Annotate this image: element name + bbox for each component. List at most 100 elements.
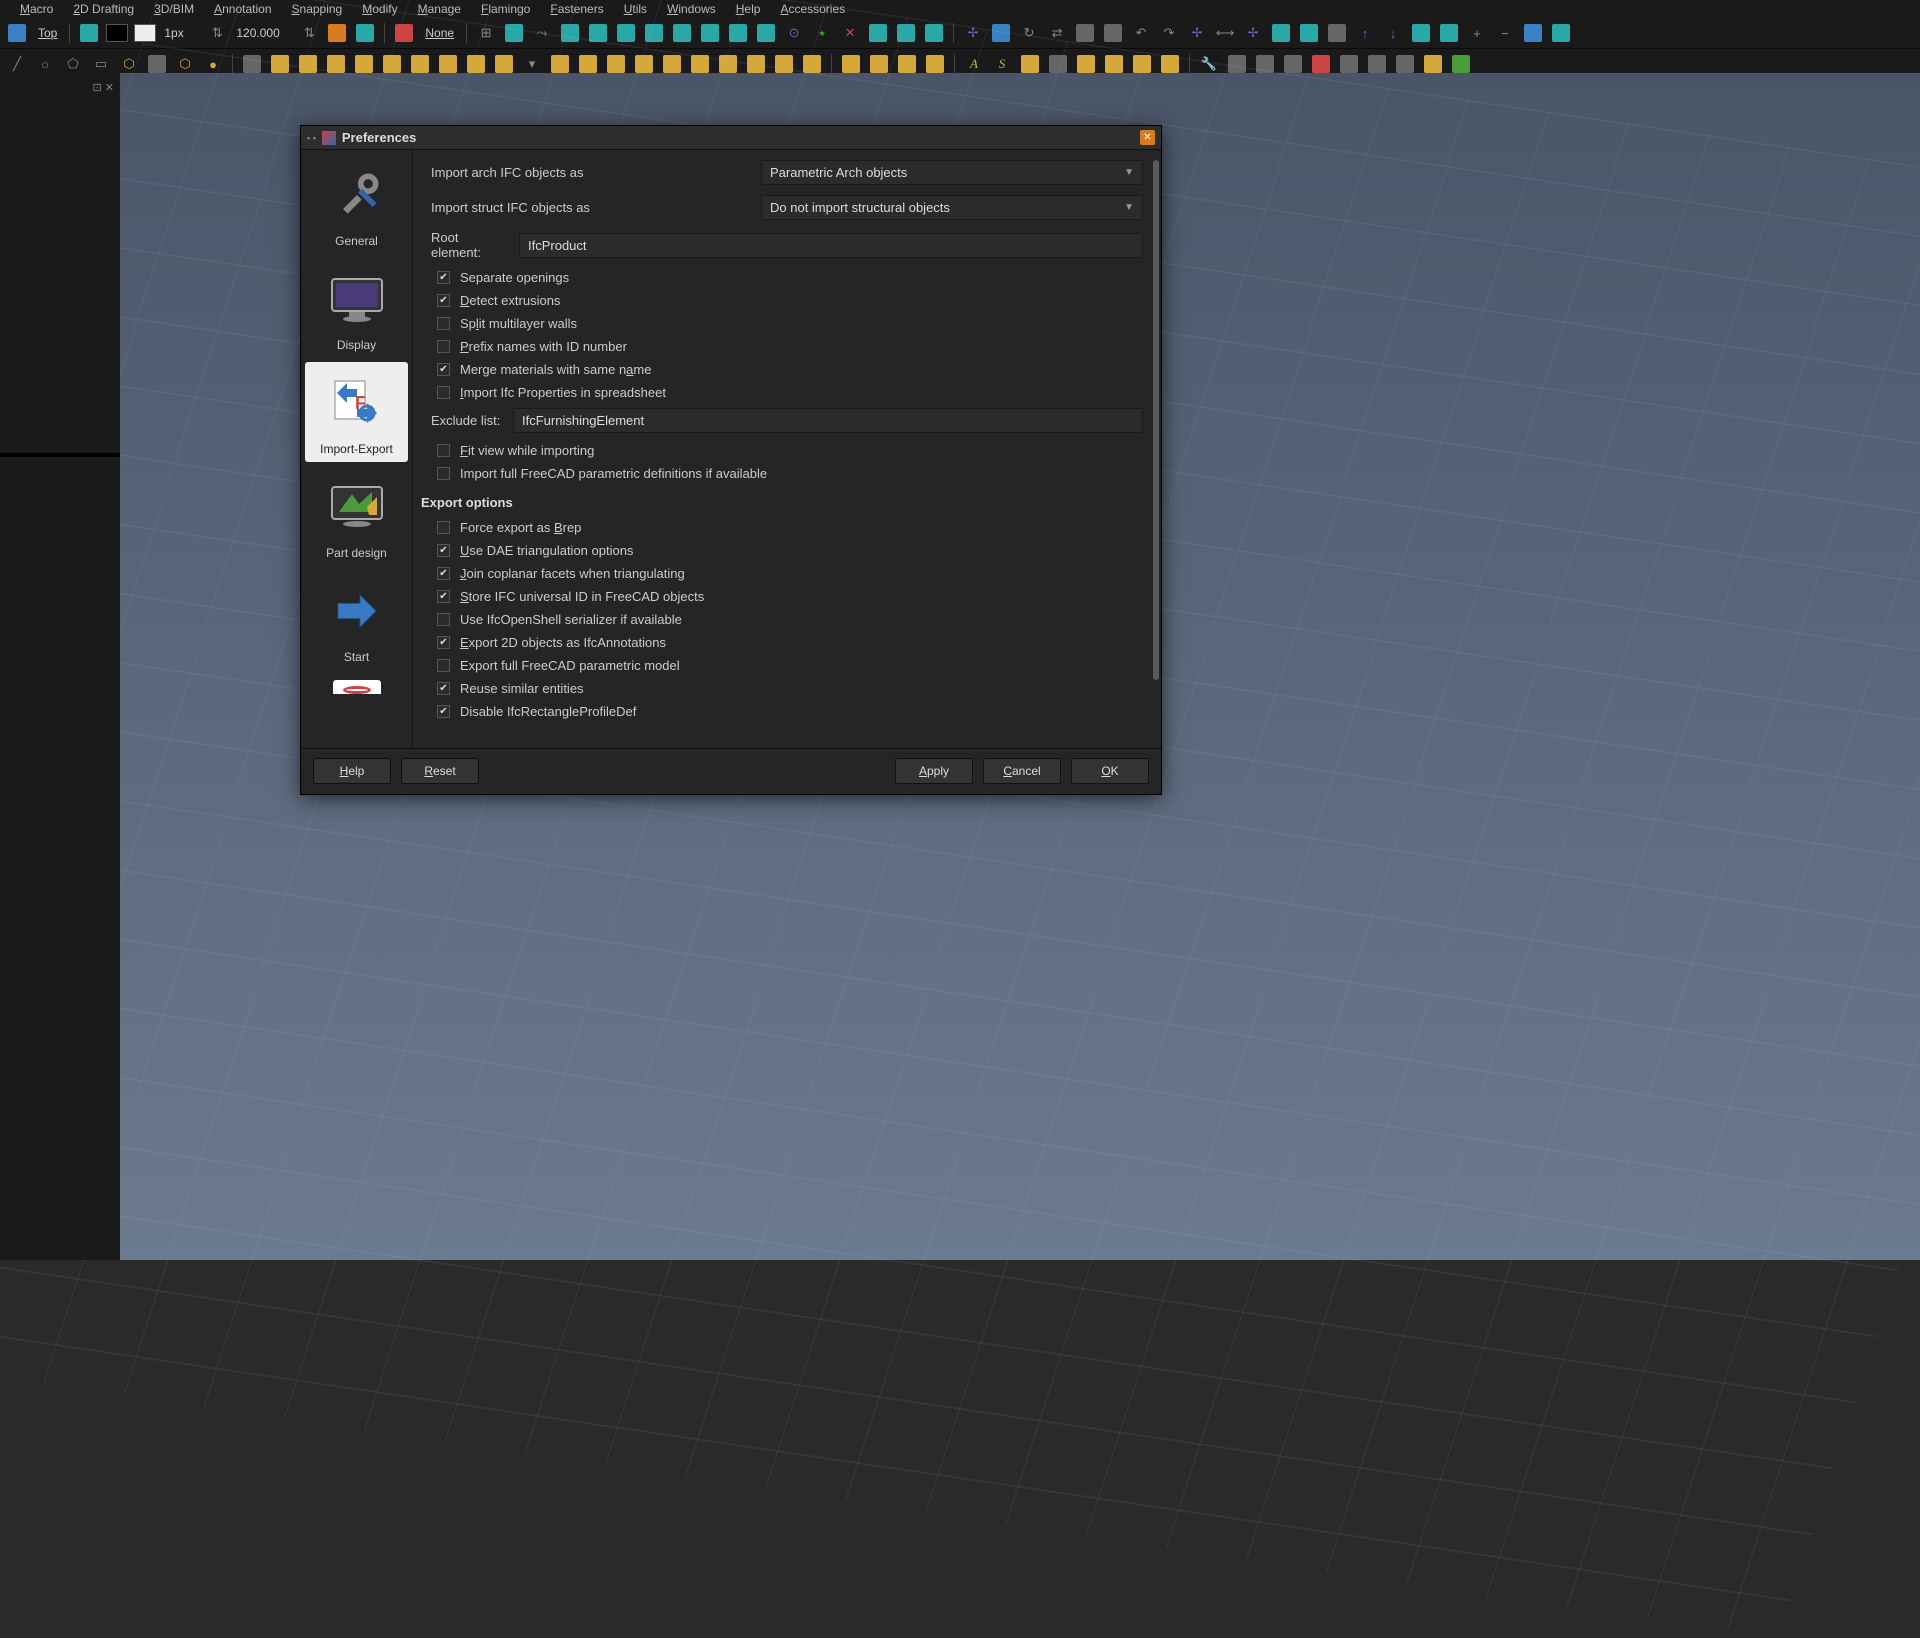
dialog-titlebar[interactable]: ▪ ▪ Preferences ✕ (301, 126, 1161, 150)
nav-general[interactable]: General (305, 154, 408, 254)
redo-icon[interactable]: ↷ (1158, 22, 1180, 44)
reuse-similar-checkbox[interactable] (437, 682, 450, 695)
arrow-right-icon (317, 576, 397, 646)
nav-start-label: Start (344, 650, 369, 664)
exclude-list-input[interactable] (513, 408, 1143, 433)
fit-view-checkbox[interactable] (437, 444, 450, 457)
merge-materials-checkbox[interactable] (437, 363, 450, 376)
trim-icon[interactable]: ✢ (1186, 22, 1208, 44)
rect-icon[interactable]: ▭ (90, 53, 112, 75)
view-label[interactable]: Top (34, 26, 61, 40)
extend-icon[interactable]: ⟷ (1214, 22, 1236, 44)
preferences-dialog: ▪ ▪ Preferences ✕ General Display (300, 125, 1162, 795)
stretch-icon[interactable] (1102, 22, 1124, 44)
window-pin-icon[interactable]: ▪ ▪ (307, 133, 316, 143)
globe-icon[interactable] (1438, 22, 1460, 44)
minus-icon[interactable]: − (1494, 22, 1516, 44)
disable-rect-checkbox[interactable] (437, 705, 450, 718)
import-arch-select[interactable]: Parametric Arch objects ▼ (761, 160, 1143, 185)
help-button[interactable]: Help (313, 758, 391, 784)
side-panel: ⊡ ✕ (0, 73, 120, 1260)
force-brep-checkbox[interactable] (437, 521, 450, 534)
grid-menu-icon[interactable] (1550, 22, 1572, 44)
import-ifc-props-checkbox[interactable] (437, 386, 450, 399)
nav-start[interactable]: Start (305, 570, 408, 670)
dialog-body: General Display F Import-Export Part des… (301, 150, 1161, 748)
nav-import-export[interactable]: F Import-Export (305, 362, 408, 462)
color-swatch-black[interactable] (106, 24, 128, 42)
import-struct-select[interactable]: Do not import structural objects ▼ (761, 195, 1143, 220)
nav-import-export-label: Import-Export (320, 442, 393, 456)
exclude-list-label: Exclude list: (431, 413, 503, 428)
export-full-param-label: Export full FreeCAD parametric model (460, 658, 680, 673)
survey-icon[interactable] (1394, 53, 1416, 75)
join-coplanar-checkbox[interactable] (437, 567, 450, 580)
nav-display-label: Display (337, 338, 376, 352)
ifc-icon[interactable] (1366, 53, 1388, 75)
separate-openings-label: Separate openings (460, 270, 569, 285)
root-element-label: Root element: (431, 230, 509, 260)
export-2d-label: Export 2D objects as IfcAnnotations (460, 635, 666, 650)
line-icon[interactable]: ╱ (6, 53, 28, 75)
export-2d-checkbox[interactable] (437, 636, 450, 649)
ifcopenshell-checkbox[interactable] (437, 613, 450, 626)
arrow-down-icon[interactable]: ↓ (1382, 22, 1404, 44)
disable-rect-label: Disable IfcRectangleProfileDef (460, 704, 636, 719)
plane-xy-icon[interactable] (78, 22, 100, 44)
apply-button[interactable]: Apply (895, 758, 973, 784)
join-coplanar-label: Join coplanar facets when triangulating (460, 566, 685, 581)
nav-part-design[interactable]: Part design (305, 466, 408, 566)
spreadsheet-icon[interactable] (1450, 53, 1472, 75)
join-icon[interactable]: ✢ (1242, 22, 1264, 44)
prefix-id-checkbox[interactable] (437, 340, 450, 353)
ifcopenshell-label: Use IfcOpenShell serializer if available (460, 612, 682, 627)
window-icon[interactable] (1270, 22, 1292, 44)
partial-icon (317, 680, 397, 694)
separate-openings-checkbox[interactable] (437, 271, 450, 284)
force-brep-label: Force export as Brep (460, 520, 581, 535)
menu-2d-drafting[interactable]: 2D Drafting (63, 0, 144, 18)
use-dae-checkbox[interactable] (437, 544, 450, 557)
close-button[interactable]: ✕ (1140, 130, 1155, 145)
panel-icon[interactable] (1522, 22, 1544, 44)
undo-icon[interactable]: ↶ (1130, 22, 1152, 44)
detect-extrusions-label: Detect extrusions (460, 293, 560, 308)
menu-macro[interactable]: Macro (10, 0, 63, 18)
split-walls-label: Split multilayer walls (460, 316, 577, 331)
polygon-icon[interactable]: ⬠ (62, 53, 84, 75)
freecad-logo-icon (322, 131, 336, 145)
export-full-param-checkbox[interactable] (437, 659, 450, 672)
plus-icon[interactable]: + (1466, 22, 1488, 44)
detect-extrusions-checkbox[interactable] (437, 294, 450, 307)
panel-controls[interactable]: ⊡ ✕ (93, 81, 115, 94)
sketch-icon[interactable] (1298, 22, 1320, 44)
import-struct-label: Import struct IFC objects as (431, 200, 751, 215)
root-element-input[interactable] (519, 233, 1143, 258)
cluster-icon[interactable] (1422, 53, 1444, 75)
ok-button[interactable]: OK (1071, 758, 1149, 784)
split-walls-checkbox[interactable] (437, 317, 450, 330)
cancel-button[interactable]: Cancel (983, 758, 1061, 784)
import-ifc-props-label: Import Ifc Properties in spreadsheet (460, 385, 666, 400)
prefix-id-label: Prefix names with ID number (460, 339, 627, 354)
iso-icon[interactable] (1282, 53, 1304, 75)
store-ifc-id-checkbox[interactable] (437, 590, 450, 603)
import-arch-label: Import arch IFC objects as (431, 165, 751, 180)
refresh-icon[interactable] (1410, 22, 1432, 44)
import-full-param-checkbox[interactable] (437, 467, 450, 480)
arrow-up-icon[interactable]: ↑ (1354, 22, 1376, 44)
report-icon[interactable] (1338, 53, 1360, 75)
import-arch-select-value: Parametric Arch objects (770, 165, 907, 180)
preview-icon[interactable] (1310, 53, 1332, 75)
nav-general-label: General (335, 234, 378, 248)
reset-button[interactable]: Reset (401, 758, 479, 784)
section-icon[interactable] (1326, 22, 1348, 44)
app-logo-icon[interactable] (6, 22, 28, 44)
nav-display[interactable]: Display (305, 258, 408, 358)
offset-icon[interactable] (1074, 22, 1096, 44)
preferences-content: Import arch IFC objects as Parametric Ar… (413, 150, 1161, 748)
circle-icon[interactable]: ○ (34, 53, 56, 75)
content-scrollbar[interactable] (1153, 160, 1159, 680)
nav-next-partial[interactable] (305, 674, 408, 694)
part-design-icon (317, 472, 397, 542)
